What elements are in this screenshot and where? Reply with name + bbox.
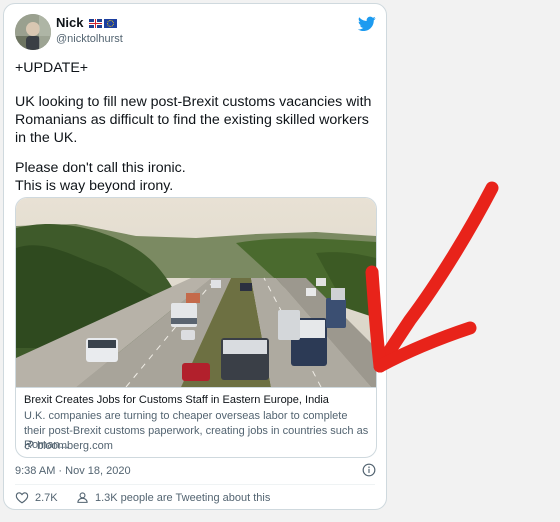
- tweeting-about-text: 1.3K people are Tweeting about this: [95, 491, 271, 504]
- motorway-photo: [16, 198, 376, 387]
- tweet-timestamp[interactable]: 9:38 AM · Nov 18, 2020: [15, 465, 131, 477]
- eu-flag-icon: [104, 19, 118, 28]
- like-button[interactable]: 2.7K: [15, 491, 58, 504]
- person-icon: [77, 492, 88, 503]
- uk-flag-icon: [89, 19, 103, 28]
- tweet-text-update: +UPDATE+: [15, 60, 89, 76]
- info-icon[interactable]: [362, 463, 376, 477]
- link-icon: [24, 440, 34, 450]
- tweet-text-body: UK looking to fill new post-Brexit custo…: [15, 94, 372, 146]
- link-preview-title: Brexit Creates Jobs for Customs Staff in…: [24, 394, 329, 406]
- tweet-card: Nick @nicktolhurst +UPDATE+ UK looking t…: [3, 3, 387, 510]
- heart-icon: [15, 492, 29, 504]
- link-domain-text: bloomberg.com: [37, 440, 113, 452]
- tweeting-about-link[interactable]: 1.3K people are Tweeting about this: [76, 491, 270, 504]
- author-name[interactable]: Nick: [56, 15, 118, 30]
- avatar[interactable]: [15, 14, 51, 50]
- tweet-text-closing: Please don't call this ironic. This is w…: [15, 159, 375, 195]
- divider: [15, 484, 375, 485]
- link-preview-card[interactable]: Brexit Creates Jobs for Customs Staff in…: [15, 197, 377, 458]
- like-count: 2.7K: [35, 491, 58, 504]
- author-handle[interactable]: @nicktolhurst: [56, 33, 123, 45]
- red-arrow-annotation: [365, 181, 499, 373]
- tweet-text-line: This is way beyond irony.: [15, 178, 174, 194]
- link-preview-info: Brexit Creates Jobs for Customs Staff in…: [16, 387, 376, 452]
- link-preview-domain: bloomberg.com: [24, 440, 113, 452]
- twitter-bird-icon[interactable]: [358, 16, 376, 32]
- author-name-text: Nick: [56, 15, 84, 30]
- tweet-text-line: Please don't call this ironic.: [15, 160, 186, 176]
